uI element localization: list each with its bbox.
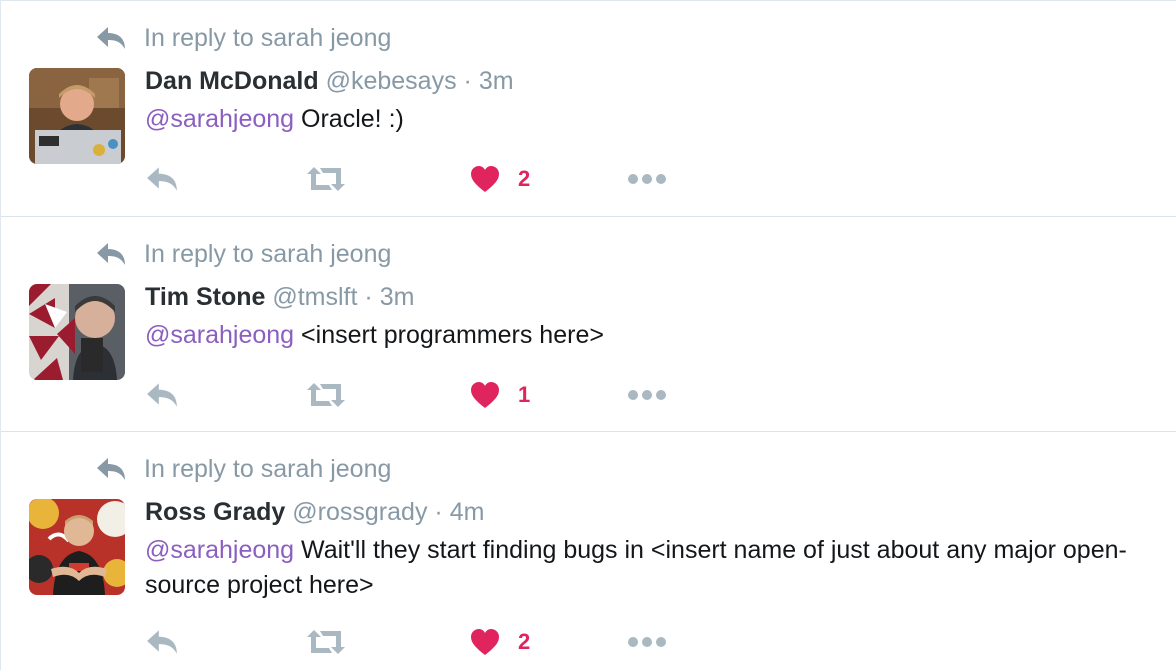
like-button[interactable]: 2 — [470, 161, 530, 197]
heart-icon — [471, 166, 499, 192]
reply-button[interactable] — [145, 161, 179, 197]
like-button[interactable]: 1 — [470, 377, 530, 413]
tweet-text: @sarahjeong Oracle! :) — [145, 102, 1145, 137]
reply-icon — [147, 383, 177, 407]
timestamp[interactable]: 3m — [380, 283, 415, 311]
retweet-icon — [307, 630, 345, 654]
avatar-photo-triangles-icon — [29, 284, 125, 380]
reply-icon — [147, 167, 177, 191]
retweet-icon — [307, 167, 345, 191]
avatar[interactable] — [29, 68, 125, 164]
avatar[interactable] — [29, 284, 125, 380]
reply-button[interactable] — [145, 624, 179, 660]
tweet-actions: 1 — [145, 377, 705, 413]
tweet[interactable]: In reply to sarah jeong Dan McDonald @ke… — [1, 1, 1176, 217]
mention-link[interactable]: @sarahjeong — [145, 105, 294, 133]
reply-icon — [97, 27, 125, 49]
more-icon — [628, 174, 666, 184]
username[interactable]: @kebesays — [326, 67, 457, 95]
like-count: 2 — [518, 629, 531, 654]
heart-icon — [471, 382, 499, 408]
timeline: In reply to sarah jeong Dan McDonald @ke… — [0, 0, 1176, 670]
reply-context-label: In reply to sarah jeong — [144, 240, 392, 268]
reply-button[interactable] — [145, 377, 179, 413]
separator: · — [463, 67, 472, 95]
like-count: 2 — [518, 166, 531, 191]
reply-context[interactable]: In reply to sarah jeong — [95, 23, 391, 53]
timestamp[interactable]: 3m — [479, 67, 514, 95]
tweet[interactable]: In reply to sarah jeong Tim Stone @tmslf… — [1, 217, 1176, 432]
tweet-text: @sarahjeong <insert programmers here> — [145, 318, 1145, 353]
tweet-header: Dan McDonald @kebesays · 3m — [145, 64, 514, 98]
more-button[interactable] — [627, 624, 667, 660]
avatar-photo-graffiti-icon — [29, 499, 125, 595]
heart-icon — [471, 629, 499, 655]
reply-context[interactable]: In reply to sarah jeong — [95, 239, 391, 269]
more-icon — [628, 390, 666, 400]
more-button[interactable] — [627, 161, 667, 197]
mention-link[interactable]: @sarahjeong — [145, 536, 294, 564]
avatar[interactable] — [29, 499, 125, 595]
more-icon — [628, 637, 666, 647]
reply-context-label: In reply to sarah jeong — [144, 24, 392, 52]
fullname[interactable]: Ross Grady — [145, 498, 285, 526]
mention-link[interactable]: @sarahjeong — [145, 321, 294, 349]
username[interactable]: @rossgrady — [292, 498, 427, 526]
reply-context-label: In reply to sarah jeong — [144, 455, 392, 483]
retweet-button[interactable] — [305, 161, 347, 197]
tweet-actions: 2 — [145, 161, 705, 197]
reply-icon — [97, 458, 125, 480]
avatar-photo-laptop-icon — [29, 68, 125, 164]
tweet-header: Ross Grady @rossgrady · 4m — [145, 495, 484, 529]
reply-context[interactable]: In reply to sarah jeong — [95, 454, 391, 484]
retweet-button[interactable] — [305, 377, 347, 413]
separator: · — [434, 498, 443, 526]
reply-icon — [97, 243, 125, 265]
fullname[interactable]: Dan McDonald — [145, 67, 319, 95]
tweet-actions: 2 — [145, 624, 705, 660]
tweet[interactable]: In reply to sarah jeong Ross Grady @ross… — [1, 432, 1176, 670]
tweet-body: <insert programmers here> — [294, 321, 604, 349]
username[interactable]: @tmslft — [272, 283, 357, 311]
more-button[interactable] — [627, 377, 667, 413]
tweet-header: Tim Stone @tmslft · 3m — [145, 280, 414, 314]
retweet-button[interactable] — [305, 624, 347, 660]
tweet-text: @sarahjeong Wait'll they start finding b… — [145, 533, 1145, 603]
separator: · — [364, 283, 373, 311]
reply-icon — [147, 630, 177, 654]
like-button[interactable]: 2 — [470, 624, 530, 660]
fullname[interactable]: Tim Stone — [145, 283, 265, 311]
retweet-icon — [307, 383, 345, 407]
like-count: 1 — [518, 382, 531, 407]
tweet-body: Oracle! :) — [294, 105, 404, 133]
timestamp[interactable]: 4m — [450, 498, 485, 526]
